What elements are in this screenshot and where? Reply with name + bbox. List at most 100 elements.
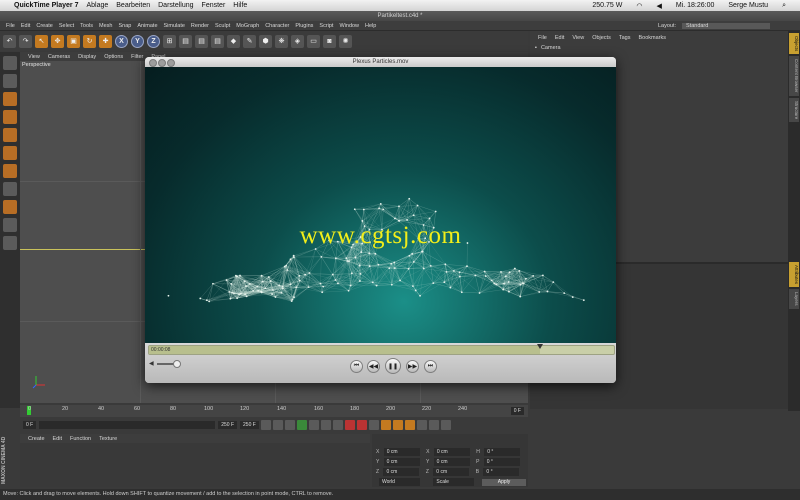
key-param-icon[interactable] <box>416 420 427 430</box>
scrub-playhead-icon[interactable] <box>536 344 543 349</box>
goto-start-icon[interactable]: ⏮ <box>350 360 363 373</box>
light-icon[interactable]: ✺ <box>339 34 352 48</box>
layout-selector[interactable]: Layout: Standard <box>652 21 770 30</box>
current-frame-field[interactable]: 0 F <box>510 407 524 415</box>
render-picture-viewer-icon[interactable]: ▤ <box>195 34 208 48</box>
volume-icon[interactable]: ◀ <box>149 360 154 367</box>
object-row-camera[interactable]: ▪ Camera <box>535 44 625 52</box>
material-menu-create[interactable]: Create <box>28 436 45 442</box>
c4d-menu-create[interactable]: Create <box>36 23 53 29</box>
viewport-menu-filter[interactable]: Filter <box>131 54 143 60</box>
viewport-menu-options[interactable]: Options <box>104 54 123 60</box>
volume-knob[interactable] <box>173 360 181 368</box>
size-z-field[interactable]: 0 cm <box>433 468 470 476</box>
select-icon[interactable]: ↖ <box>35 34 48 48</box>
x-axis-icon[interactable]: X <box>115 34 128 48</box>
axis-mode-icon[interactable] <box>3 182 17 196</box>
make-editable-icon[interactable] <box>3 56 17 70</box>
fast-forward-icon[interactable]: ▶▶ <box>406 360 419 373</box>
prev-frame-icon[interactable] <box>284 420 295 430</box>
size-x-field[interactable]: 0 cm <box>433 448 470 456</box>
c4d-menu-mesh[interactable]: Mesh <box>99 23 112 29</box>
y-axis-icon[interactable]: Y <box>131 34 144 48</box>
floor-icon[interactable]: ▭ <box>307 34 320 48</box>
position-z-field[interactable]: 0 cm <box>383 468 420 476</box>
c4d-menu-select[interactable]: Select <box>59 23 74 29</box>
camera-icon[interactable]: ◙ <box>323 34 336 48</box>
tab-layers[interactable]: Layers <box>789 289 799 309</box>
layout-dropdown[interactable]: Standard <box>682 22 770 29</box>
snap-icon[interactable] <box>3 236 17 250</box>
workplane-icon[interactable] <box>3 218 17 232</box>
tweak-mode-icon[interactable] <box>3 200 17 214</box>
timeline-ruler[interactable]: 0 20 40 60 80 100 120 140 160 180 200 22… <box>20 405 528 417</box>
keyframe-selection-icon[interactable] <box>368 420 379 430</box>
c4d-menu-mograph[interactable]: MoGraph <box>236 23 259 29</box>
close-icon[interactable] <box>149 59 157 67</box>
end-frame-field[interactable]: 250 F <box>218 421 238 429</box>
c4d-menu-animate[interactable]: Animate <box>137 23 157 29</box>
texture-mode-icon[interactable] <box>3 74 17 88</box>
scrub-bar[interactable] <box>148 344 615 355</box>
render-settings-icon[interactable]: ▤ <box>211 34 224 48</box>
material-area[interactable] <box>20 443 370 487</box>
cloner-icon[interactable]: ❋ <box>275 34 288 48</box>
tab-attributes[interactable]: Attributes <box>789 262 799 288</box>
move-icon[interactable]: ✥ <box>51 34 64 48</box>
c4d-menu-sculpt[interactable]: Sculpt <box>215 23 230 29</box>
z-axis-icon[interactable]: Z <box>147 34 160 48</box>
rotation-b-field[interactable]: 0 ° <box>483 468 520 476</box>
rotation-p-field[interactable]: 0 ° <box>483 458 520 466</box>
object-menu-view[interactable]: View <box>572 35 584 41</box>
coord-mode-dropdown[interactable]: World <box>379 478 420 486</box>
menu-darstellung[interactable]: Darstellung <box>158 2 193 9</box>
key-pla-icon[interactable] <box>428 420 439 430</box>
quicktime-title-bar[interactable]: Plexus Particles.mov <box>145 57 616 67</box>
app-menu[interactable]: QuickTime Player 7 <box>14 2 78 9</box>
c4d-menu-tools[interactable]: Tools <box>80 23 93 29</box>
clock[interactable]: Mi. 18:26:00 <box>676 2 715 9</box>
edges-mode-icon[interactable] <box>3 146 17 160</box>
minimize-icon[interactable] <box>158 59 166 67</box>
max-frame-field[interactable]: 250 F <box>240 421 259 429</box>
render-view-icon[interactable]: ▤ <box>179 34 192 48</box>
power-indicator[interactable]: 250.75 W <box>592 2 622 9</box>
next-key-icon[interactable] <box>320 420 331 430</box>
material-menu-texture[interactable]: Texture <box>99 436 117 442</box>
polygons-mode-icon[interactable] <box>3 164 17 178</box>
prev-key-icon[interactable] <box>272 420 283 430</box>
c4d-menu-edit[interactable]: Edit <box>21 23 30 29</box>
c4d-menu-window[interactable]: Window <box>339 23 359 29</box>
c4d-menu-help[interactable]: Help <box>365 23 376 29</box>
key-rotation-icon[interactable] <box>404 420 415 430</box>
material-menu-edit[interactable]: Edit <box>53 436 62 442</box>
object-menu-objects[interactable]: Objects <box>592 35 611 41</box>
wifi-icon[interactable]: ◠ <box>636 2 642 10</box>
zoom-icon[interactable] <box>167 59 175 67</box>
rotate-icon[interactable]: ↻ <box>83 34 96 48</box>
menu-hilfe[interactable]: Hilfe <box>233 2 247 9</box>
cube-icon[interactable]: ◆ <box>227 34 240 48</box>
add-icon[interactable]: ✚ <box>99 34 112 48</box>
next-frame-icon[interactable] <box>308 420 319 430</box>
object-menu-bookmarks[interactable]: Bookmarks <box>638 35 666 41</box>
size-y-field[interactable]: 0 cm <box>433 458 470 466</box>
viewport-menu-display[interactable]: Display <box>78 54 96 60</box>
c4d-menu-file[interactable]: File <box>6 23 15 29</box>
coord-scale-dropdown[interactable]: Scale <box>433 478 475 486</box>
menu-ablage[interactable]: Ablage <box>86 2 108 9</box>
coordinate-system-icon[interactable]: ⊞ <box>163 34 176 48</box>
key-position-icon[interactable] <box>380 420 391 430</box>
model-mode-icon[interactable] <box>3 92 17 106</box>
c4d-menu-snap[interactable]: Snap <box>118 23 131 29</box>
spotlight-icon[interactable]: ⌕ <box>782 2 786 10</box>
record-icon[interactable] <box>344 420 355 430</box>
c4d-menu-plugins[interactable]: Plugins <box>295 23 313 29</box>
position-x-field[interactable]: 0 cm <box>383 448 420 456</box>
autokey-icon[interactable] <box>356 420 367 430</box>
c4d-menu-script[interactable]: Script <box>319 23 333 29</box>
timeline-options-icon[interactable] <box>440 420 451 430</box>
redo-icon[interactable]: ↷ <box>19 34 32 48</box>
tab-structure[interactable]: Structure <box>789 97 799 123</box>
position-y-field[interactable]: 0 cm <box>383 458 420 466</box>
